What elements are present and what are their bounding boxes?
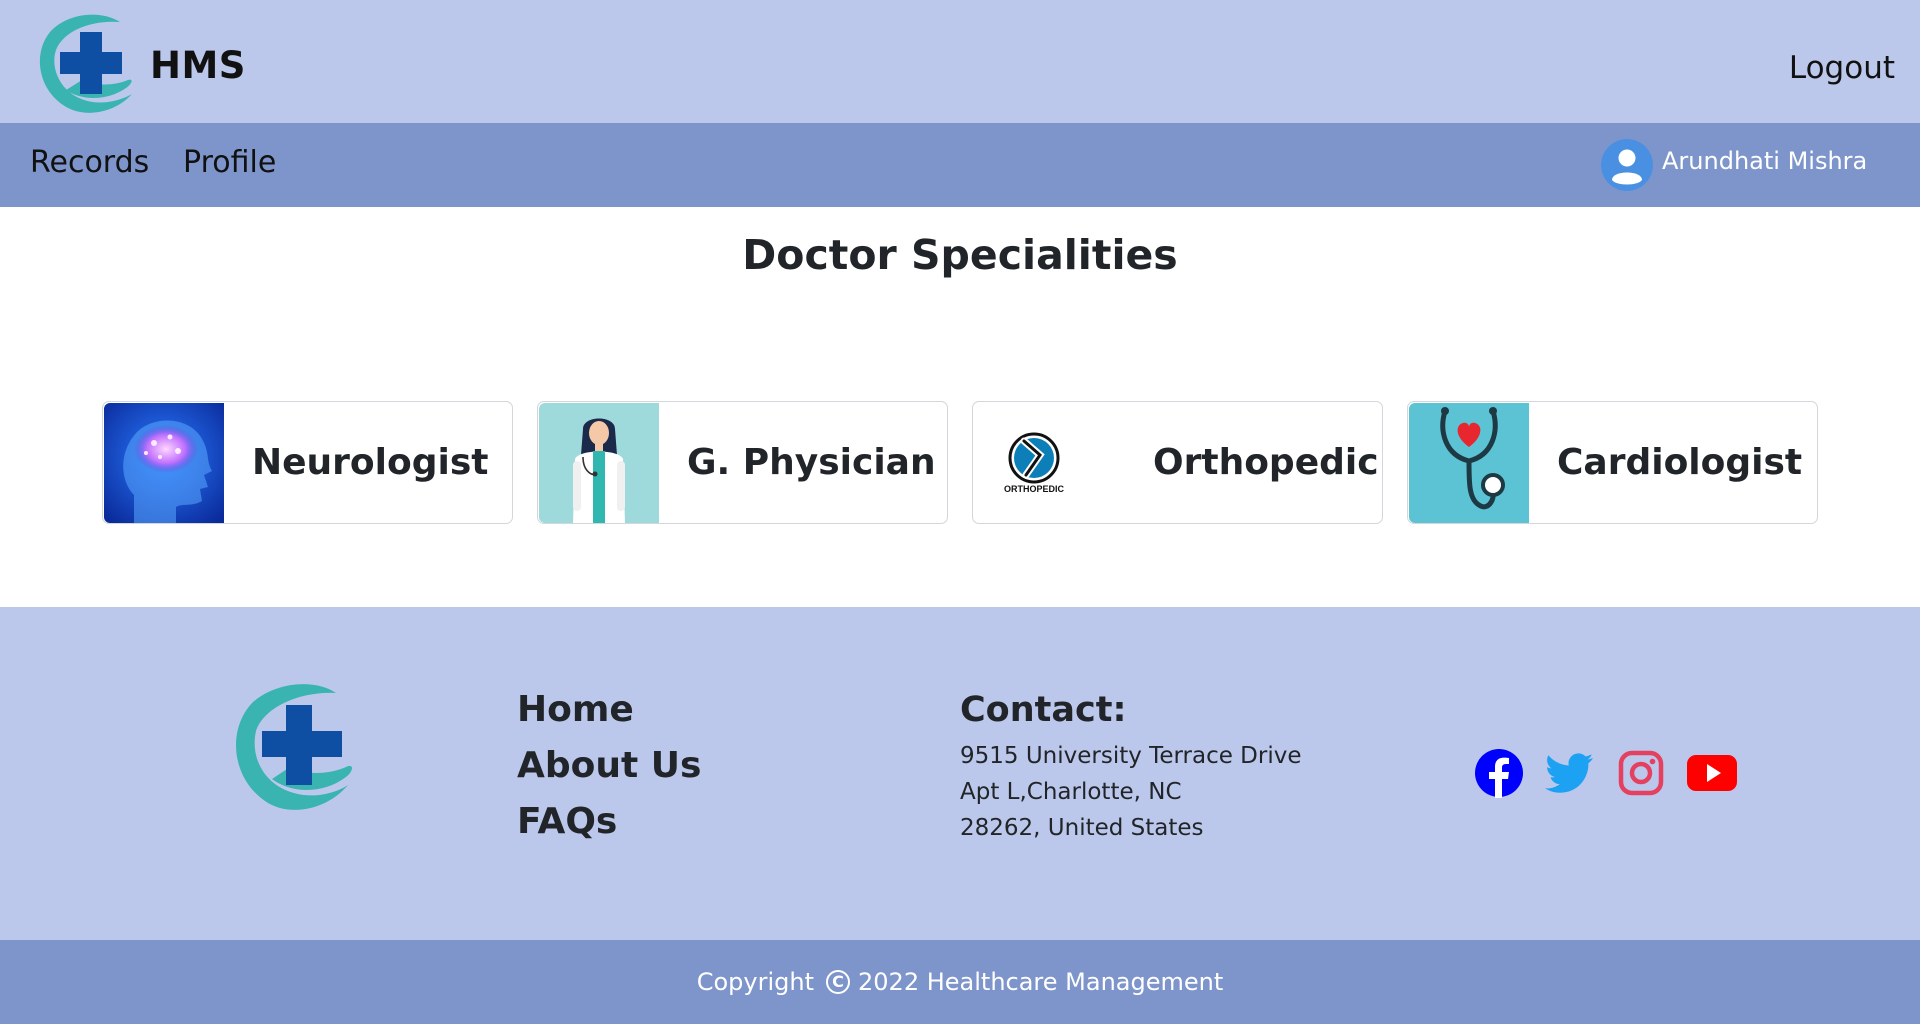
footer-logo-icon (236, 684, 352, 810)
footer-home-link[interactable]: Home (517, 682, 701, 738)
logout-link[interactable]: Logout (1789, 50, 1895, 86)
contact-address-line: 9515 University Terrace Drive (960, 743, 1302, 769)
twitter-icon[interactable] (1545, 748, 1595, 798)
orthopedic-logo-icon: ORTHOPEDIC (974, 402, 1094, 523)
user-menu[interactable]: Arundhati Mishra (1600, 138, 1867, 192)
youtube-icon[interactable] (1687, 748, 1737, 798)
user-avatar-icon (1601, 139, 1653, 191)
speciality-cards: Neurologist G. Physician ORTHOPEDIC Orth… (102, 401, 1818, 524)
copyright-text: 2022 Healthcare Management (858, 968, 1224, 996)
speciality-card-physician[interactable]: G. Physician (537, 401, 948, 524)
contact-title: Contact: (960, 690, 1127, 730)
copyright-bar: Copyright C 2022 Healthcare Management (0, 940, 1920, 1024)
stethoscope-heart-image-icon (1409, 402, 1529, 523)
top-header: HMS Logout (0, 0, 1920, 123)
hms-logo-icon (39, 14, 132, 113)
contact-block: Contact: 9515 University Terrace Drive A… (960, 682, 1302, 846)
brain-image-icon (104, 402, 224, 523)
speciality-label: Orthopedic (1153, 442, 1379, 483)
facebook-icon[interactable] (1474, 748, 1524, 798)
speciality-card-neurologist[interactable]: Neurologist (102, 401, 513, 524)
footer-faqs-link[interactable]: FAQs (517, 794, 701, 850)
instagram-icon[interactable] (1616, 748, 1666, 798)
main-content: Doctor Specialities Neurologist G. Physi… (0, 207, 1920, 607)
contact-address-line: 28262, United States (960, 815, 1204, 841)
speciality-label: Cardiologist (1557, 442, 1803, 483)
social-links (1474, 748, 1737, 798)
brand-name: HMS (150, 43, 246, 87)
speciality-label: Neurologist (252, 442, 489, 483)
speciality-label: G. Physician (687, 442, 936, 483)
brand-link[interactable]: HMS (36, 14, 246, 116)
nav-profile-link[interactable]: Profile (183, 145, 276, 180)
main-nav: Records Profile Arundhati Mishra (0, 123, 1920, 207)
user-name: Arundhati Mishra (1662, 147, 1868, 175)
contact-address-line: Apt L,Charlotte, NC (960, 779, 1182, 805)
site-footer: Home About Us FAQs Contact: 9515 Univers… (0, 607, 1920, 940)
orthopedic-logo-text: ORTHOPEDIC (1004, 484, 1065, 494)
page-title: Doctor Specialities (742, 231, 1178, 279)
doctor-image-icon (539, 402, 659, 523)
copyright-prefix: Copyright (696, 968, 815, 996)
copyright-icon: C (826, 970, 851, 994)
speciality-card-cardiologist[interactable]: Cardiologist (1407, 401, 1818, 524)
nav-records-link[interactable]: Records (30, 145, 149, 180)
speciality-card-orthopedic[interactable]: ORTHOPEDIC Orthopedic (972, 401, 1383, 524)
footer-about-link[interactable]: About Us (517, 738, 701, 794)
footer-links: Home About Us FAQs (517, 682, 701, 850)
